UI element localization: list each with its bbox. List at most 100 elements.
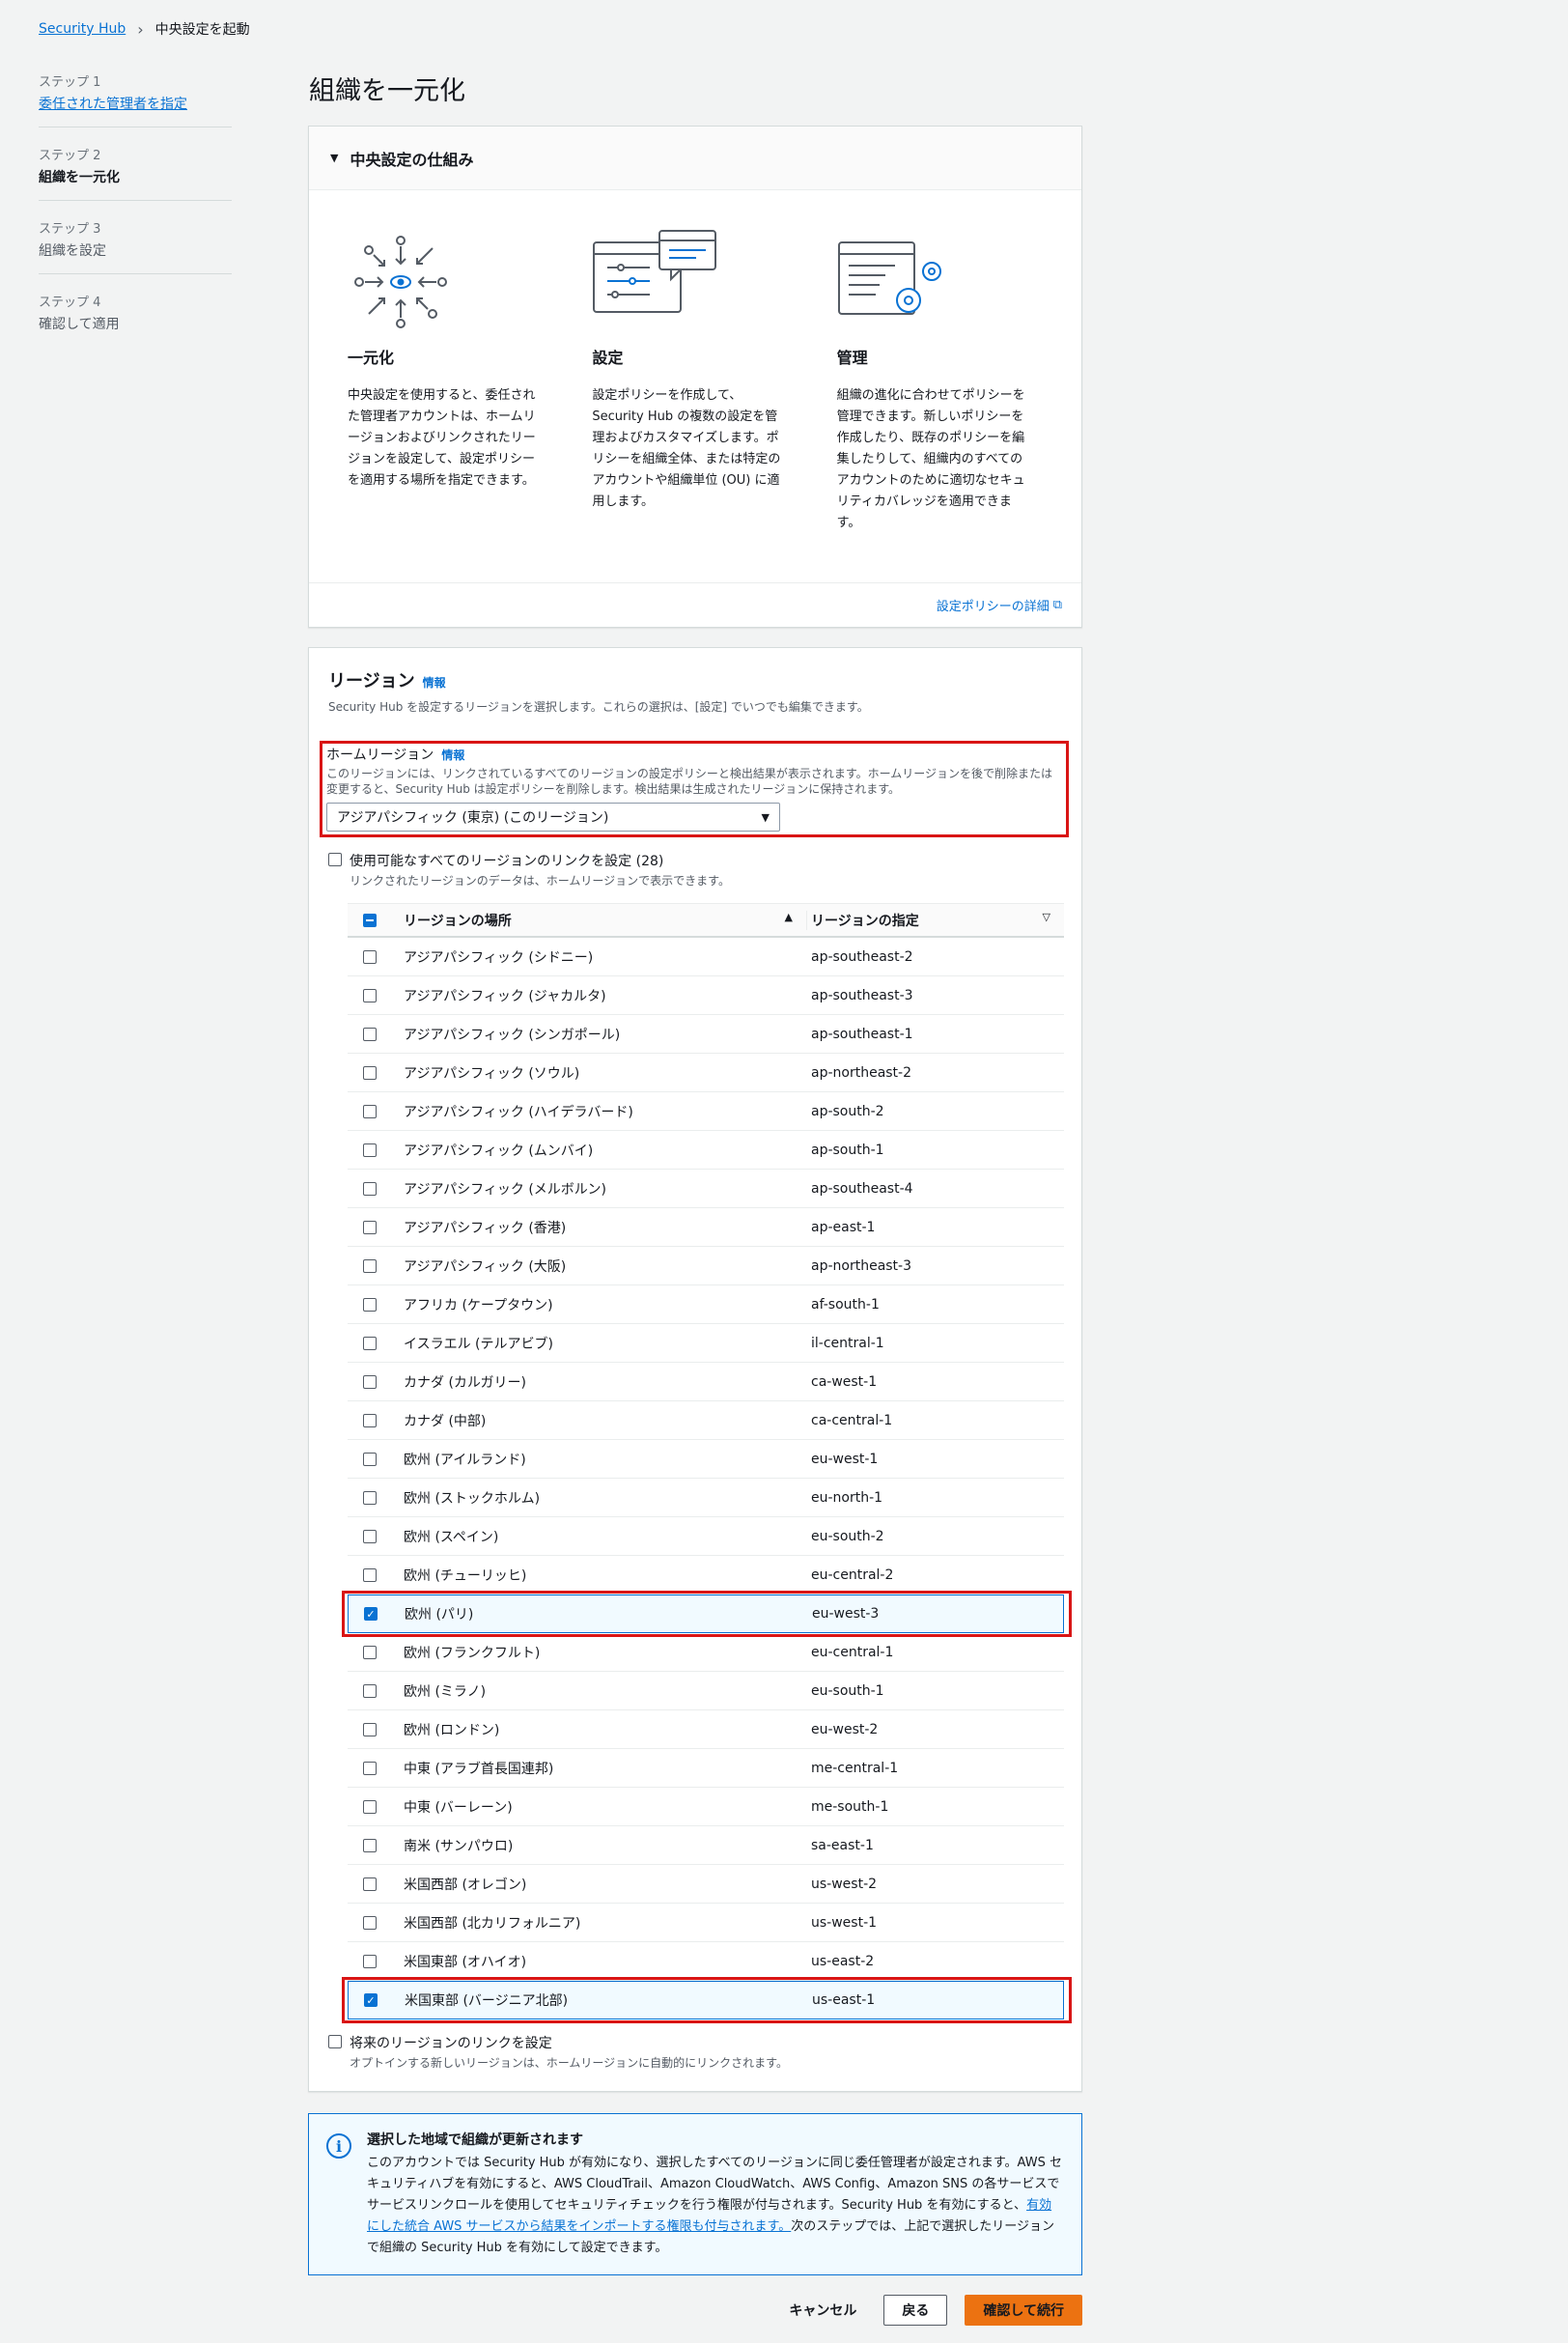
table-row[interactable]: 米国東部 (オハイオ) us-east-2 <box>348 1942 1064 1981</box>
region-code-cell: eu-west-2 <box>807 1722 1064 1737</box>
table-row[interactable]: アジアパシフィック (シドニー) ap-southeast-2 <box>348 938 1064 976</box>
breadcrumb-security-hub-link[interactable]: Security Hub <box>39 21 126 37</box>
region-code-cell: ap-southeast-2 <box>807 949 1064 965</box>
row-checkbox[interactable] <box>363 1258 377 1273</box>
row-checkbox[interactable] <box>363 1490 377 1505</box>
region-code-cell: ap-south-1 <box>807 1143 1064 1158</box>
table-row[interactable]: 欧州 (ロンドン) eu-west-2 <box>348 1710 1064 1749</box>
table-row[interactable]: 欧州 (アイルランド) eu-west-1 <box>348 1440 1064 1479</box>
table-row[interactable]: 米国西部 (北カリフォルニア) us-west-1 <box>348 1904 1064 1942</box>
row-checkbox[interactable] <box>363 1104 377 1118</box>
table-row[interactable]: アジアパシフィック (シンガポール) ap-southeast-1 <box>348 1015 1064 1054</box>
row-checkbox[interactable] <box>363 1220 377 1234</box>
link-all-regions[interactable]: 使用可能なすべてのリージョンのリンクを設定 (28) リンクされたリージョンのデ… <box>328 851 730 889</box>
confirm-continue-button[interactable]: 確認して続行 <box>965 2295 1082 2326</box>
region-code: ap-south-1 <box>811 1142 884 1158</box>
region-code-cell: sa-east-1 <box>807 1838 1064 1853</box>
future-regions-label: 将来のリージョンのリンクを設定 <box>350 2036 552 2051</box>
row-checkbox[interactable] <box>363 1915 377 1930</box>
region-location: アジアパシフィック (シドニー) <box>392 947 807 967</box>
region-location: 中東 (アラブ首長国連邦) <box>392 1759 807 1778</box>
row-checkbox[interactable] <box>363 1761 377 1775</box>
info-alert: i 選択した地域で組織が更新されます このアカウントでは Security Hu… <box>308 2113 1082 2275</box>
region-code: ap-east-1 <box>811 1219 876 1235</box>
row-checkbox[interactable] <box>363 1413 377 1427</box>
home-region-field: ホームリージョン 情報 このリージョンには、リンクされているすべてのリージョンの設… <box>326 745 1070 832</box>
future-regions[interactable]: 将来のリージョンのリンクを設定 オプトインする新しいリージョンは、ホームリージョ… <box>328 2033 788 2071</box>
row-checkbox[interactable] <box>363 1838 377 1852</box>
column-header-code[interactable]: リージョンの指定 ▽ <box>807 911 1064 930</box>
column-label: リージョンの場所 <box>404 913 512 929</box>
region-name: アジアパシフィック (シドニー) <box>404 949 594 966</box>
cancel-button[interactable]: キャンセル <box>779 2301 866 2320</box>
table-row[interactable]: 欧州 (スペイン) eu-south-2 <box>348 1517 1064 1556</box>
back-button[interactable]: 戻る <box>883 2295 948 2326</box>
row-checkbox[interactable] <box>363 1065 377 1080</box>
table-row[interactable]: 欧州 (ストックホルム) eu-north-1 <box>348 1479 1064 1517</box>
row-checkbox[interactable] <box>363 988 377 1002</box>
row-checkbox[interactable] <box>363 1799 377 1814</box>
table-row[interactable]: カナダ (中部) ca-central-1 <box>348 1401 1064 1440</box>
region-code: eu-central-2 <box>811 1567 894 1583</box>
row-checkbox[interactable] <box>363 1143 377 1157</box>
region-name: 米国西部 (オレゴン) <box>404 1877 527 1893</box>
row-checkbox[interactable] <box>363 1567 377 1582</box>
row-checkbox[interactable] <box>363 1027 377 1041</box>
row-checkbox[interactable] <box>363 949 377 964</box>
table-row[interactable]: 欧州 (フランクフルト) eu-central-1 <box>348 1633 1064 1672</box>
region-name: 欧州 (ロンドン) <box>404 1722 500 1738</box>
region-location: カナダ (カルガリー) <box>392 1372 807 1392</box>
home-region-info-link[interactable]: 情報 <box>441 748 464 762</box>
row-checkbox[interactable] <box>363 1645 377 1659</box>
row-checkbox[interactable] <box>363 1954 377 1968</box>
row-checkbox[interactable] <box>363 1297 377 1312</box>
region-code: me-south-1 <box>811 1798 889 1815</box>
step-1-link[interactable]: 委任された管理者を指定 <box>39 94 232 113</box>
select-all-checkbox[interactable] <box>363 913 377 927</box>
table-row[interactable]: 米国西部 (オレゴン) us-west-2 <box>348 1865 1064 1904</box>
table-row[interactable]: カナダ (カルガリー) ca-west-1 <box>348 1363 1064 1401</box>
row-checkbox[interactable] <box>363 1374 377 1389</box>
region-name: アジアパシフィック (メルボルン) <box>404 1181 606 1198</box>
link-all-checkbox[interactable] <box>328 853 342 866</box>
table-row[interactable]: アジアパシフィック (ハイデラバード) ap-south-2 <box>348 1092 1064 1131</box>
table-row[interactable]: 南米 (サンパウロ) sa-east-1 <box>348 1826 1064 1865</box>
table-row[interactable]: 中東 (バーレーン) me-south-1 <box>348 1788 1064 1826</box>
row-checkbox[interactable] <box>363 1181 377 1196</box>
region-name: アジアパシフィック (ハイデラバード) <box>404 1104 633 1120</box>
region-code-cell: me-south-1 <box>807 1799 1064 1815</box>
feature-title: 一元化 <box>348 349 395 367</box>
table-row[interactable]: 欧州 (チューリッヒ) eu-central-2 <box>348 1556 1064 1595</box>
row-checkbox[interactable] <box>363 1452 377 1466</box>
policy-details-link[interactable]: 設定ポリシーの詳細 <box>937 596 1050 614</box>
table-row[interactable]: イスラエル (テルアビブ) il-central-1 <box>348 1324 1064 1363</box>
table-row[interactable]: 中東 (アラブ首長国連邦) me-central-1 <box>348 1749 1064 1788</box>
column-header-location[interactable]: リージョンの場所 ▲ <box>392 910 807 930</box>
feature-title: 管理 <box>836 349 868 367</box>
row-checkbox[interactable] <box>363 1683 377 1698</box>
table-row[interactable]: アジアパシフィック (香港) ap-east-1 <box>348 1208 1064 1247</box>
table-row[interactable]: アジアパシフィック (ジャカルタ) ap-southeast-3 <box>348 976 1064 1015</box>
row-checkbox[interactable] <box>363 1877 377 1891</box>
table-row[interactable]: アジアパシフィック (ムンバイ) ap-south-1 <box>348 1131 1064 1170</box>
future-regions-checkbox[interactable] <box>328 2035 342 2048</box>
step-2: ステップ 2 組織を一元化 <box>39 141 232 201</box>
home-region-description: このリージョンには、リンクされているすべてのリージョンの設定ポリシーと検出結果が… <box>326 767 1053 796</box>
row-checkbox[interactable] <box>363 1529 377 1543</box>
how-it-works-header[interactable]: ▼ 中央設定の仕組み <box>309 127 1081 190</box>
region-code-cell: eu-north-1 <box>807 1490 1064 1506</box>
row-checkbox[interactable] <box>363 1722 377 1736</box>
region-name: 欧州 (チューリッヒ) <box>404 1567 527 1584</box>
table-row[interactable]: アジアパシフィック (大阪) ap-northeast-3 <box>348 1247 1064 1285</box>
row-checkbox[interactable] <box>363 1336 377 1350</box>
home-region-select[interactable]: アジアパシフィック (東京) (このリージョン) ▼ <box>326 803 780 832</box>
table-row[interactable]: アジアパシフィック (メルボルン) ap-southeast-4 <box>348 1170 1064 1208</box>
home-region-label: ホームリージョン <box>326 748 434 763</box>
regions-info-link[interactable]: 情報 <box>423 676 446 690</box>
link-all-description: リンクされたリージョンのデータは、ホームリージョンで表示できます。 <box>350 874 730 888</box>
region-code-cell: af-south-1 <box>807 1297 1064 1313</box>
table-row[interactable]: アフリカ (ケープタウン) af-south-1 <box>348 1285 1064 1324</box>
table-row[interactable]: アジアパシフィック (ソウル) ap-northeast-2 <box>348 1054 1064 1092</box>
table-row[interactable]: 欧州 (ミラノ) eu-south-1 <box>348 1672 1064 1710</box>
region-location: 欧州 (フランクフルト) <box>392 1643 807 1662</box>
